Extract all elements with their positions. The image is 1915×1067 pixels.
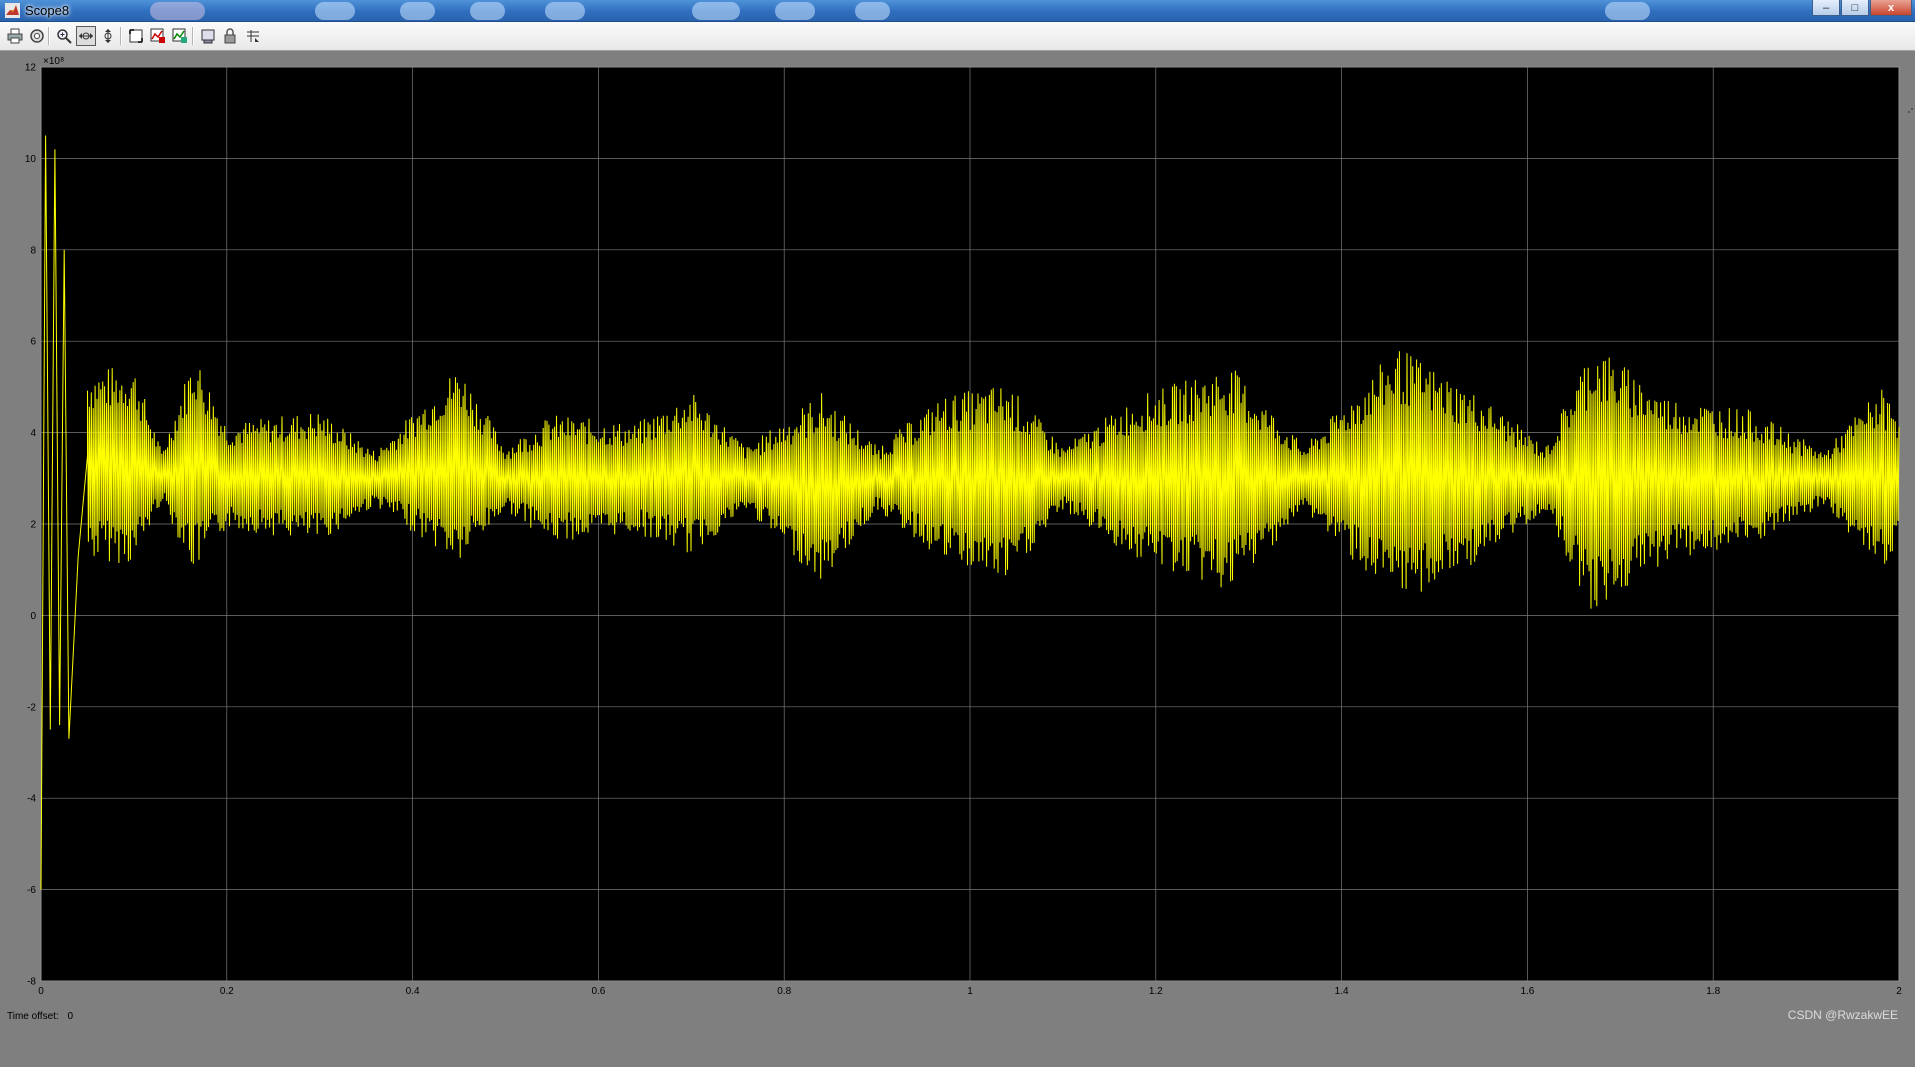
save-axes-icon xyxy=(150,28,165,43)
background-blur xyxy=(400,2,435,20)
watermark: CSDN @RwzakwEE xyxy=(1787,1008,1898,1022)
y-tick-label: 4 xyxy=(30,428,36,439)
save-axes-button[interactable] xyxy=(148,26,168,46)
background-blur xyxy=(315,2,355,20)
background-blur xyxy=(545,2,585,20)
zoom-x-icon xyxy=(79,32,93,40)
x-tick-label: 1 xyxy=(967,986,973,997)
signal-selection-button[interactable] xyxy=(243,26,263,46)
x-tick-label: 0.4 xyxy=(406,986,420,997)
floating-scope-icon xyxy=(201,29,215,44)
x-tick-label: 0 xyxy=(38,986,44,997)
x-tick-label: 1.6 xyxy=(1520,986,1534,997)
parameters-icon xyxy=(30,29,44,43)
window-controls: – □ x xyxy=(1811,0,1912,17)
resize-grip[interactable] xyxy=(1905,102,1915,1062)
matlab-icon xyxy=(5,3,20,18)
close-button[interactable]: x xyxy=(1870,0,1912,16)
scope-plot-area: 0 0.2 0.4 0.6 0.8 1 1.2 1.4 1.6 1.8 2 -8 -6 -4 -2 0 2 4 6 8… xyxy=(0,51,1915,1032)
floating-scope-button[interactable] xyxy=(198,26,218,46)
x-tick-label: 1.2 xyxy=(1149,986,1163,997)
lock-axes-button[interactable] xyxy=(220,26,240,46)
background-blur xyxy=(775,2,815,20)
autoscale-button[interactable] xyxy=(126,26,146,46)
y-tick-label: -8 xyxy=(27,977,36,988)
time-offset-label: Time offset: xyxy=(7,1011,59,1022)
background-blur xyxy=(1605,2,1650,20)
y-tick-label: -6 xyxy=(27,885,36,896)
x-tick-label: 0.6 xyxy=(591,986,605,997)
scope-toolbar xyxy=(0,22,1915,51)
maximize-button[interactable]: □ xyxy=(1841,0,1869,16)
grip-dots-icon xyxy=(1908,108,1913,113)
time-offset-value: 0 xyxy=(67,1011,74,1022)
parameters-button[interactable] xyxy=(27,26,47,46)
print-button[interactable] xyxy=(5,26,25,46)
toolbar-separator xyxy=(48,27,50,45)
y-axis-exponent: ×10⁸ xyxy=(43,56,64,67)
y-tick-label: -2 xyxy=(27,702,36,713)
zoom-y-icon xyxy=(104,29,112,43)
zoom-button[interactable] xyxy=(54,26,74,46)
background-blur xyxy=(150,2,205,20)
zoom-x-button[interactable] xyxy=(76,26,96,46)
restore-axes-icon xyxy=(172,28,187,43)
y-tick-label: 0 xyxy=(30,611,36,622)
autoscale-icon xyxy=(129,29,143,43)
y-tick-label: 6 xyxy=(30,337,36,348)
y-tick-label: 12 xyxy=(25,63,37,74)
zoom-y-button[interactable] xyxy=(98,26,118,46)
y-tick-label: 8 xyxy=(30,245,36,256)
print-icon xyxy=(7,28,23,44)
x-tick-label: 0.8 xyxy=(777,986,791,997)
y-tick-label: 10 xyxy=(25,154,37,165)
scope-plot[interactable]: 0 0.2 0.4 0.6 0.8 1 1.2 1.4 1.6 1.8 2 -8 -6 -4 -2 0 2 4 6 8… xyxy=(0,51,1915,1011)
toolbar-separator xyxy=(120,27,122,45)
x-tick-label: 2 xyxy=(1896,986,1902,997)
lock-axes-icon xyxy=(224,28,236,44)
background-blur xyxy=(855,2,890,20)
toolbar-separator xyxy=(192,27,194,45)
signal-selection-icon xyxy=(247,30,259,42)
x-tick-label: 1.8 xyxy=(1706,986,1720,997)
x-tick-label: 0.2 xyxy=(220,986,234,997)
y-tick-label: -4 xyxy=(27,794,36,805)
window-title: Scope8 xyxy=(25,3,70,18)
time-offset-status: Time offset: 0 xyxy=(7,1011,79,1022)
restore-axes-button[interactable] xyxy=(170,26,190,46)
y-tick-label: 2 xyxy=(30,520,36,531)
zoom-icon xyxy=(57,29,72,44)
x-tick-label: 1.4 xyxy=(1335,986,1349,997)
background-blur xyxy=(692,2,740,20)
minimize-button[interactable]: – xyxy=(1812,0,1840,16)
window-title-bar[interactable]: Scope8 – □ x xyxy=(0,0,1915,22)
background-blur xyxy=(470,2,505,20)
